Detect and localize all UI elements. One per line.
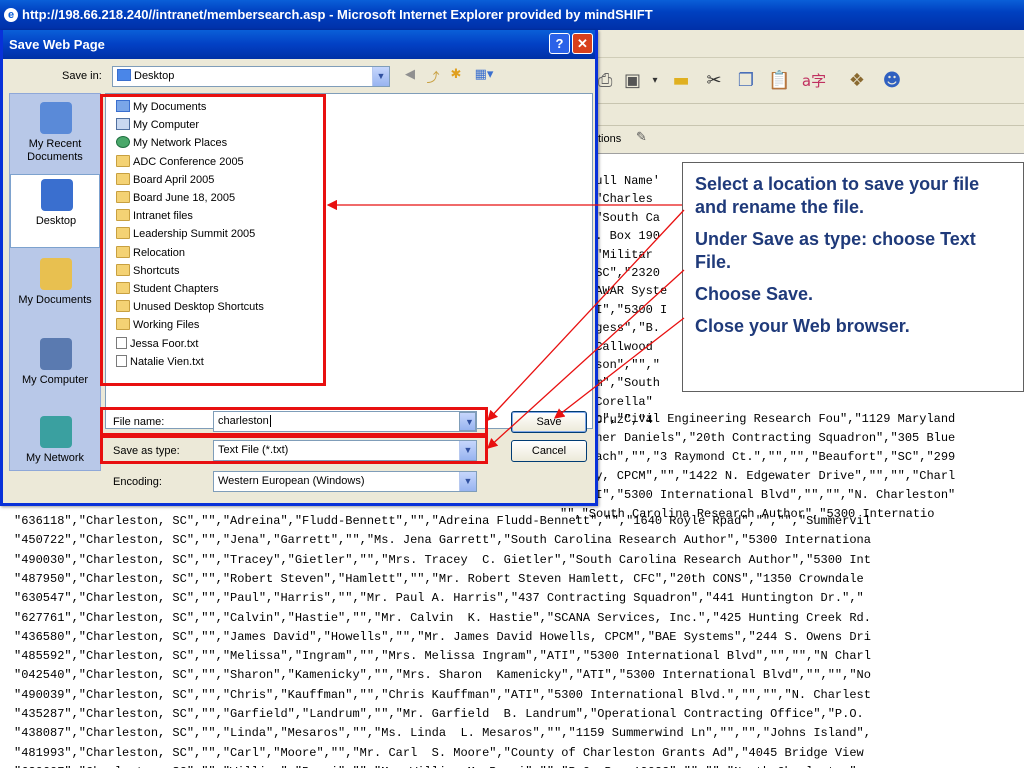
place-my-computer[interactable]: My Computer <box>10 334 100 408</box>
csv-data-line: "438087","Charleston, SC","","Linda","Me… <box>14 726 871 741</box>
view-icon[interactable]: ▣ <box>624 69 641 93</box>
csv-data-line: "490039","Charleston, SC","","Chris","Ka… <box>14 687 871 702</box>
file-list-highlight-box <box>100 94 326 386</box>
edit-pen-icon[interactable]: ✎ <box>636 130 647 145</box>
desktop-small-icon <box>117 69 131 81</box>
csv-data-line: "436580","Charleston, SC","","James Davi… <box>14 629 871 644</box>
my-documents-icon <box>40 258 72 290</box>
close-button[interactable]: ✕ <box>572 33 593 54</box>
save-as-type-highlight-box <box>100 435 488 464</box>
place-label: My Documents <box>18 294 92 306</box>
place-my-documents[interactable]: My Documents <box>10 254 100 328</box>
messenger-icon[interactable]: ☻ <box>880 69 904 93</box>
paste-icon[interactable]: 📋 <box>768 69 790 93</box>
desktop-icon <box>41 179 73 211</box>
my-computer-icon <box>40 338 72 370</box>
fragment-line: PAWAR Syste <box>588 284 668 299</box>
options-link[interactable]: tions <box>598 133 621 145</box>
encoding-label: Encoding: <box>113 476 162 488</box>
save-in-dropdown[interactable]: Desktop ▼ <box>112 66 390 87</box>
new-folder-icon[interactable]: ✱ <box>447 67 465 82</box>
up-folder-icon[interactable]: ⤴ <box>424 67 442 86</box>
fragment-line: ,"South Ca <box>588 210 661 225</box>
views-menu-icon[interactable]: ▦▾ <box>471 67 497 82</box>
folder-icon[interactable]: ▬ <box>670 69 692 93</box>
fragment-line: Full Name' <box>588 174 661 188</box>
fragment-line: TI","5300 I <box>588 302 668 317</box>
copy-icon[interactable]: ❐ <box>736 69 756 93</box>
dialog-title: Save Web Page <box>9 37 105 52</box>
back-icon[interactable]: ◀ <box>401 67 419 82</box>
csv-data-line: "435287","Charleston, SC","","Garfield",… <box>14 707 864 721</box>
cut-icon[interactable]: ✂ <box>704 69 724 93</box>
chevron-down-icon[interactable]: ▼ <box>459 472 476 491</box>
recent-documents-icon <box>40 102 72 134</box>
place-my-recent-documents[interactable]: My Recent Documents <box>10 98 100 172</box>
place-label: My Computer <box>21 374 89 386</box>
fragment-line: rgess","B. <box>588 321 661 336</box>
research-icon[interactable]: ❖ <box>846 69 868 93</box>
partial-csv-line: lp","Civil Engineering Research Fou","11… <box>588 412 956 426</box>
csv-data-line: "042540","Charleston, SC","","Sharon","K… <box>14 668 871 683</box>
dropdown-chevron-icon[interactable]: ▾ <box>650 69 660 93</box>
csv-data-line: "636118","Charleston, SC","","Adreina","… <box>14 514 871 528</box>
save-in-label: Save in: <box>62 70 102 82</box>
csv-data-line: "485592","Charleston, SC","","Melissa","… <box>14 649 871 664</box>
save-in-value: Desktop <box>134 70 175 82</box>
my-network-icon <box>40 416 72 448</box>
fragment-line: O. Box 190 <box>588 229 661 244</box>
callout-instruction: Under Save as type: choose Text File. <box>695 229 976 272</box>
chevron-down-icon[interactable]: ▼ <box>372 67 389 86</box>
ie-title-bar: e http://198.66.218.240//intranet/member… <box>0 0 1024 30</box>
place-label: My Network <box>25 452 85 464</box>
csv-data-line: "450722","Charleston, SC","","Jena","Gar… <box>14 533 871 548</box>
csv-data-line: "490030","Charleston, SC","","Tracey","G… <box>14 552 871 567</box>
csv-data-line: "481993","Charleston, SC","","Carl","Moo… <box>14 745 864 760</box>
translate-icon[interactable]: a字 <box>800 69 828 93</box>
callout-instruction: Choose Save. <box>695 284 814 304</box>
place-my-network[interactable]: My Network <box>10 412 100 486</box>
ie-window-title: http://198.66.218.240//intranet/memberse… <box>22 7 653 22</box>
encoding-value: Western European (Windows) <box>218 475 365 487</box>
fragment-line: lson",""," <box>588 358 661 372</box>
partial-csv-line: ey, CPCM","","1422 N. Edgewater Drive","… <box>588 469 956 483</box>
help-button[interactable]: ? <box>549 33 570 54</box>
places-bar: My Recent Documents Desktop My Documents My… <box>9 93 101 471</box>
csv-data-line: "627761","Charleston, SC","","Calvin","H… <box>14 610 871 625</box>
print-icon[interactable]: ⎙ <box>598 69 612 93</box>
callout-instruction: Select a location to save your file and … <box>695 174 980 217</box>
place-desktop[interactable]: Desktop <box>10 174 100 248</box>
place-label: My Recent Documents <box>27 138 83 163</box>
csv-data-line: "487950","Charleston, SC","","Robert Ste… <box>14 571 864 586</box>
callout-instruction: Close your Web browser. <box>695 316 910 336</box>
partial-csv-line: pher Daniels","20th Contracting Squadron… <box>588 431 956 445</box>
partial-csv-line: TI","5300 International Blvd","","","N. … <box>588 488 956 502</box>
file-name-highlight-box <box>100 407 488 436</box>
encoding-dropdown[interactable]: Western European (Windows) ▼ <box>213 471 477 492</box>
internet-explorer-icon: e <box>4 8 18 22</box>
fragment-line: am","South <box>588 376 661 391</box>
partial-csv-line: bach","","3 Raymond Ct.","","","Beaufort… <box>588 450 956 464</box>
cancel-button[interactable]: Cancel <box>511 440 587 462</box>
instruction-callout: Select a location to save your file and … <box>682 162 1024 392</box>
fragment-line: ISC","2320 <box>588 266 661 280</box>
save-button[interactable]: Save <box>511 411 587 433</box>
place-label: Desktop <box>35 215 77 227</box>
csv-data-line: "630607","Charleston, SC","","William","… <box>14 763 864 768</box>
dialog-title-bar: Save Web Page ? ✕ <box>3 30 595 59</box>
csv-data-line: "630547","Charleston, SC","","Paul","Har… <box>14 591 864 606</box>
